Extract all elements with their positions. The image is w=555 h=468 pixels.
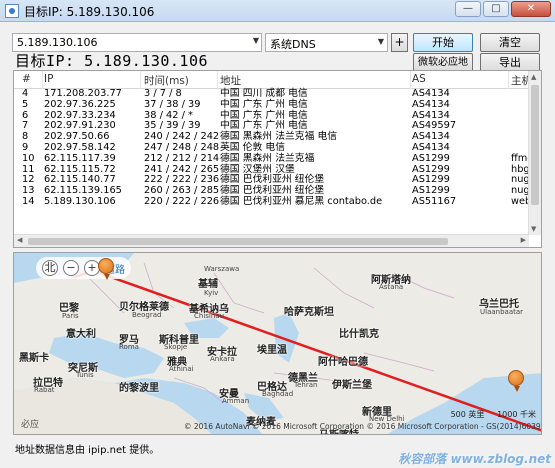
window-titlebar: 目标IP: 5.189.130.106 — □ ✕ <box>0 0 555 22</box>
horizontal-scrollbar[interactable]: ◀ ▶ <box>14 234 529 247</box>
add-dns-button[interactable]: + <box>391 33 408 52</box>
table-cell: 德国 巴伐利亚州 慕尼黑 contabo.de <box>220 195 383 207</box>
table-row[interactable]: 14 5.189.130.106 220 / 222 / 226 德国 巴伐利亚州 慕… <box>14 195 541 208</box>
target-ip-label: 目标IP: 5.189.130.106 <box>15 52 209 70</box>
chevron-down-icon[interactable]: ▼ <box>253 36 259 45</box>
app-icon <box>5 4 19 18</box>
table-cell: 中国 广东 广州 电信 <box>220 98 308 110</box>
map-label: 埃里温 <box>257 345 287 356</box>
map-sublabel: Paris <box>62 312 79 320</box>
table-cell: 62.115.117.39 <box>44 152 116 164</box>
table-cell: 5.189.130.106 <box>44 195 116 207</box>
map-sublabel: Baghdad <box>262 390 294 398</box>
col-header-address[interactable]: 地址 <box>220 73 241 88</box>
map-sublabel: Rabat <box>34 386 55 394</box>
col-header-ip[interactable]: IP <box>44 73 53 85</box>
scroll-right-icon[interactable]: ▶ <box>521 236 526 244</box>
col-separator[interactable] <box>508 71 509 89</box>
map-sublabel: Beograd <box>132 311 162 319</box>
dns-select[interactable]: 系统DNS ▼ <box>265 33 388 52</box>
dns-select-value: 系统DNS <box>270 38 316 51</box>
col-header-as[interactable]: AS <box>412 73 426 85</box>
table-cell: 14 <box>22 195 35 207</box>
map-controls: 北 − + 道路 <box>36 257 131 279</box>
map-pin-icon[interactable] <box>98 258 114 280</box>
scrollbar-thumb[interactable] <box>531 85 539 205</box>
window-controls: — □ ✕ <box>455 1 551 17</box>
col-separator[interactable] <box>410 71 411 89</box>
map-sublabel: Kyiv <box>204 289 219 297</box>
table-cell: 5 <box>22 98 29 110</box>
scroll-up-icon[interactable]: ▲ <box>531 73 536 81</box>
start-button[interactable]: 开始 <box>413 33 473 52</box>
table-header: # IP 时间(ms) 地址 AS 主机 <box>14 71 541 89</box>
table-cell: 37 / 38 / 39 <box>144 98 201 110</box>
map-label: 的黎波里 <box>119 383 159 394</box>
col-separator[interactable] <box>217 71 218 89</box>
close-icon[interactable]: ✕ <box>511 1 551 17</box>
table-cell: AS4134 <box>412 98 450 110</box>
minimize-icon[interactable]: — <box>455 1 481 17</box>
table-cell: 德国 黑森州 法兰克福 <box>220 152 315 164</box>
table-cell: 202.97.36.225 <box>44 98 116 110</box>
scrollbar-thumb[interactable] <box>28 238 448 245</box>
map-label: 黑斯卡 <box>19 353 49 364</box>
map-copyright: © 2016 AutoNavi © 2016 Microsoft Corpora… <box>184 422 541 431</box>
map-label: 意大利 <box>66 329 96 340</box>
bing-logo: 必应 <box>21 420 40 430</box>
map-sublabel: Roma <box>119 343 139 351</box>
table-cell: 220 / 222 / 226 <box>144 195 220 207</box>
route-map[interactable]: 北 − + 道路 基辅 Warszawa Kyiv 阿斯塔纳 Astana 巴黎… <box>13 252 542 435</box>
table-cell: 10 <box>22 152 35 164</box>
table-body: 4 171.208.203.77 3 / 7 / 8 中国 四川 成都 电信 AS413… <box>14 88 541 208</box>
map-sublabel: Tunis <box>76 371 94 379</box>
map-sublabel: Amman <box>222 397 250 405</box>
map-sublabel: Astana <box>379 283 404 291</box>
map-label: 阿什哈巴德 <box>318 357 368 368</box>
map-sublabel: Ulaanbaatar <box>480 308 524 316</box>
map-label: 哈萨克斯坦 <box>284 307 334 318</box>
maximize-icon[interactable]: □ <box>483 1 509 17</box>
chevron-down-icon[interactable]: ▼ <box>378 37 384 46</box>
map-scale: 500 英里 1000 千米 <box>451 409 536 420</box>
scroll-down-icon[interactable]: ▼ <box>531 225 536 233</box>
vertical-scrollbar[interactable]: ▲ ▼ <box>528 71 541 235</box>
col-header-num[interactable]: # <box>22 73 31 85</box>
table-row[interactable]: 5 202.97.36.225 37 / 38 / 39 中国 广东 广州 电信 AS4… <box>14 98 541 111</box>
map-sublabel: Chisinau <box>194 312 225 320</box>
footer-note: 地址数据信息由 ipip.net 提供。 <box>15 445 160 456</box>
map-sublabel: Ankara <box>210 355 235 363</box>
compass-icon[interactable]: 北 <box>42 260 58 276</box>
ip-input-value: 5.189.130.106 <box>17 36 98 49</box>
map-label: 伊斯兰堡 <box>332 380 372 391</box>
hops-table[interactable]: # IP 时间(ms) 地址 AS 主机 4 171.208.203.77 3 / … <box>13 70 542 248</box>
map-sublabel: Warszawa <box>204 265 240 273</box>
map-label: 基辅 <box>198 279 218 290</box>
clear-button[interactable]: 清空 <box>480 33 540 52</box>
window-title: 目标IP: 5.189.130.106 <box>24 5 155 19</box>
table-cell: 212 / 212 / 214 <box>144 152 220 164</box>
map-label: 比什凯克 <box>339 329 379 340</box>
col-header-time[interactable]: 时间(ms) <box>144 73 189 88</box>
col-separator[interactable] <box>42 71 43 89</box>
watermark: 秋容部落 www.zblog.net <box>398 452 551 466</box>
scale-miles: 500 英里 <box>450 410 485 419</box>
table-cell: AS1299 <box>412 152 450 164</box>
map-pin-icon[interactable] <box>508 370 524 392</box>
zoom-out-button[interactable]: − <box>63 260 79 276</box>
map-sublabel: Skopje <box>164 343 188 351</box>
scroll-left-icon[interactable]: ◀ <box>17 236 22 244</box>
scale-km: 1000 千米 <box>497 410 536 419</box>
map-sublabel: Tehran <box>294 381 318 389</box>
map-sublabel: Athinai <box>169 365 194 373</box>
table-row[interactable]: 10 62.115.117.39 212 / 212 / 214 德国 黑森州 法兰克… <box>14 152 541 165</box>
col-separator[interactable] <box>140 71 141 89</box>
table-cell: AS51167 <box>412 195 457 207</box>
